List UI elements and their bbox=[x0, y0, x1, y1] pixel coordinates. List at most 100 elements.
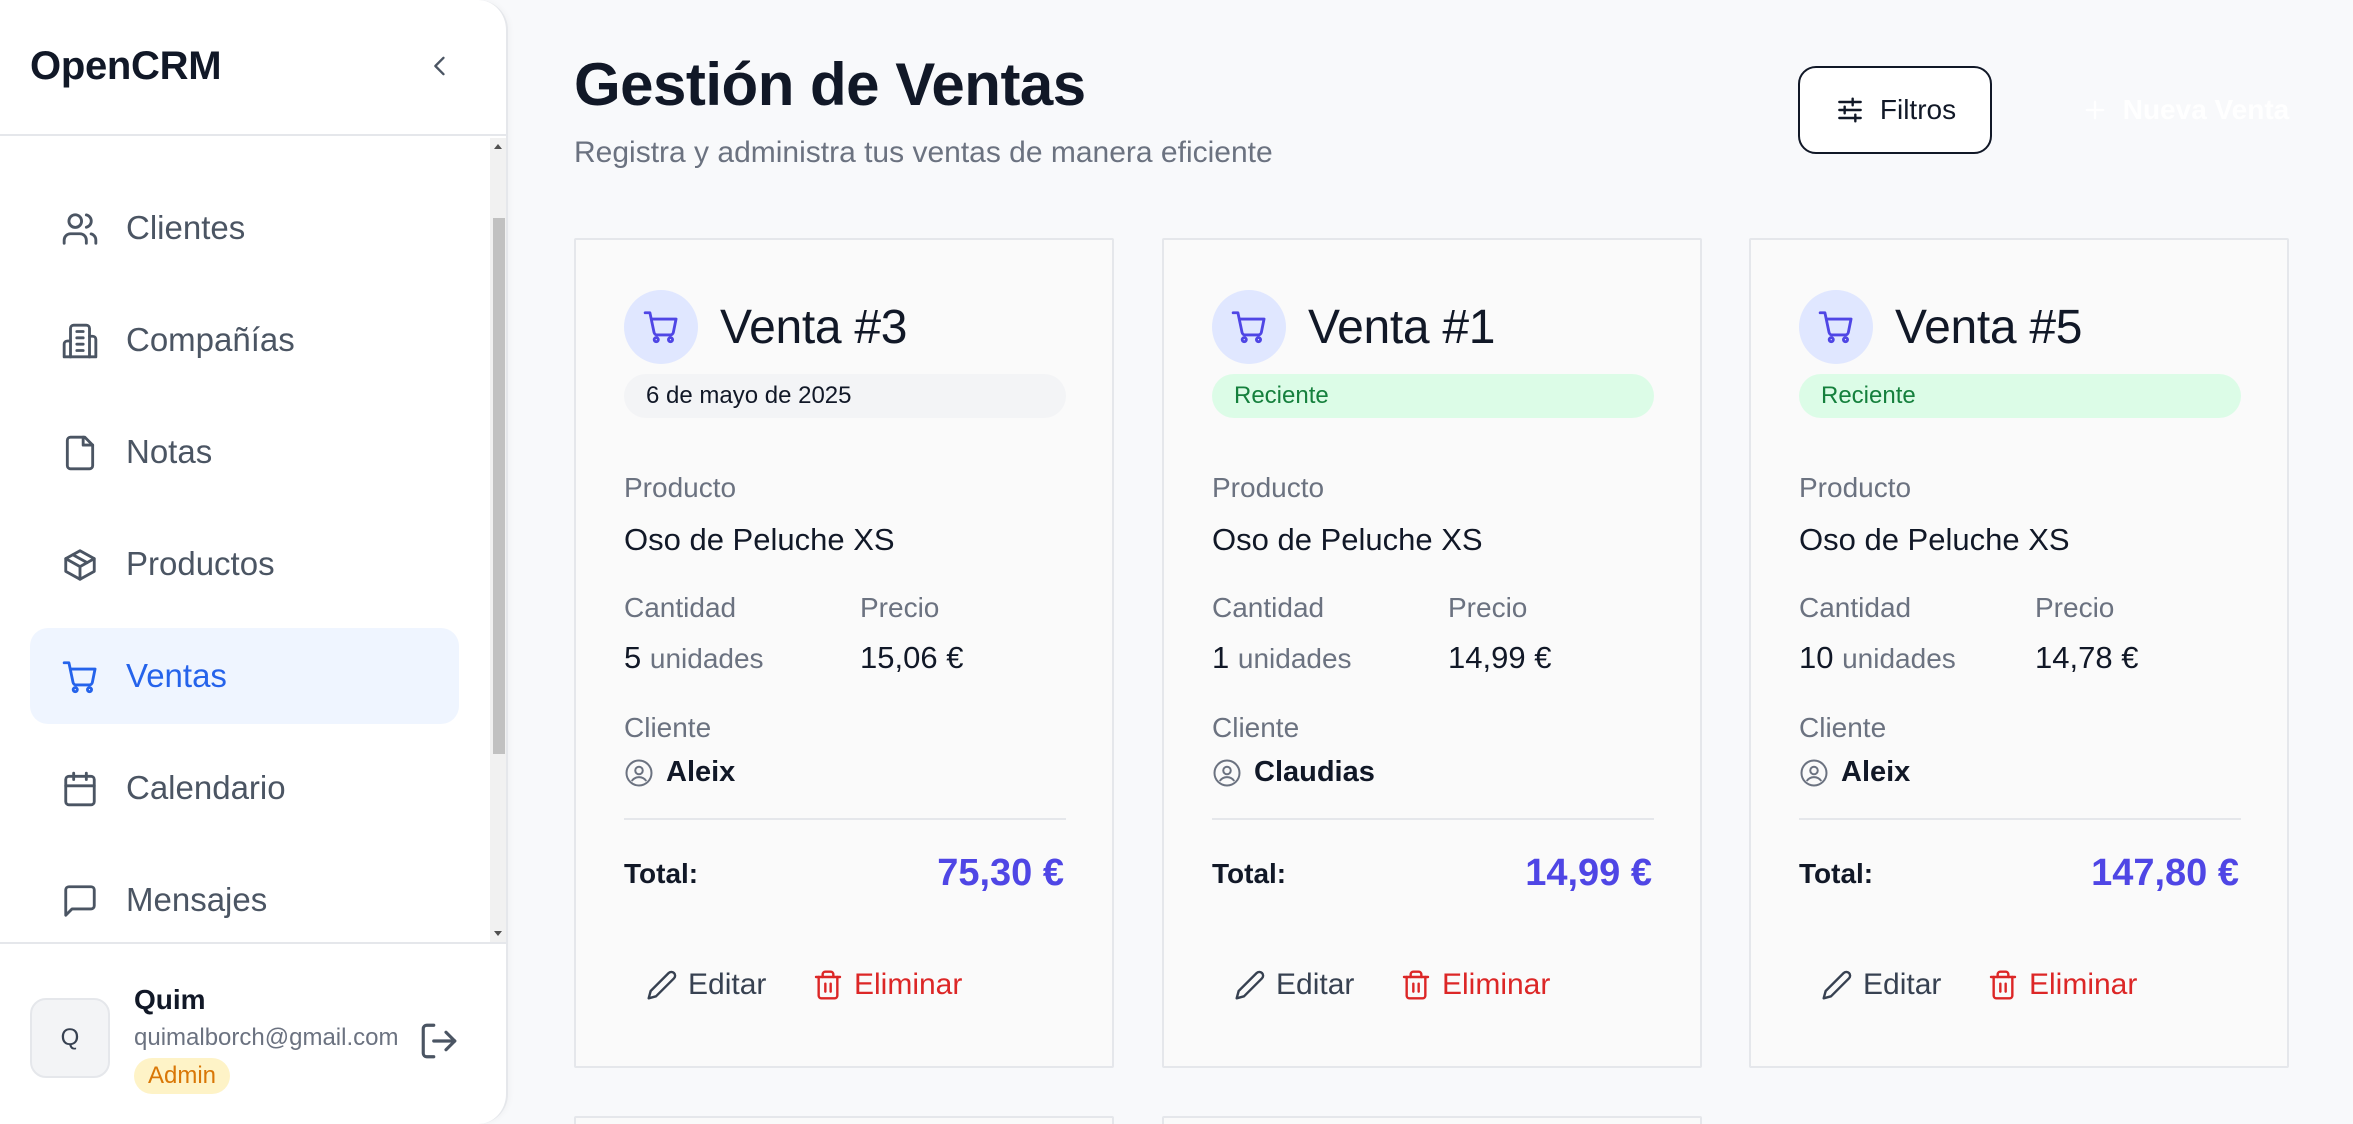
filters-button-label: Filtros bbox=[1879, 94, 1957, 125]
note-icon bbox=[65, 435, 95, 471]
trash-icon bbox=[1989, 970, 2017, 1000]
sidebar-item-label: Productos bbox=[126, 545, 275, 582]
delete-label: Eliminar bbox=[854, 968, 963, 1001]
price-label: Precio bbox=[1448, 592, 1528, 623]
app-logo: OpenCRM bbox=[30, 44, 222, 88]
edit-label: Editar bbox=[1276, 968, 1355, 1001]
quantity-value: 5 unidades bbox=[624, 640, 764, 676]
cart-icon bbox=[62, 661, 97, 694]
sale-card: Venta #3 6 de mayo de 2025 Producto Oso … bbox=[574, 238, 1114, 1068]
sidebar-scrollbar-thumb[interactable] bbox=[493, 218, 505, 754]
cart-icon bbox=[643, 311, 678, 344]
edit-label: Editar bbox=[688, 968, 767, 1001]
product-value: Oso de Peluche XS bbox=[1212, 522, 1483, 557]
sidebar-item-companias[interactable]: Compañías bbox=[30, 292, 459, 388]
sidebar-nav: Clientes Compañías Notas Productos Venta… bbox=[0, 138, 490, 942]
edit-label: Editar bbox=[1863, 968, 1942, 1001]
user-name: Quim bbox=[134, 984, 206, 1015]
client-name: Aleix bbox=[1841, 756, 1911, 788]
quantity-value: 10 unidades bbox=[1799, 640, 1956, 676]
pencil-icon bbox=[647, 970, 677, 1000]
sidebar-item-label: Compañías bbox=[126, 321, 295, 358]
trash-icon bbox=[814, 970, 842, 1000]
price-value: 14,78 € bbox=[2035, 640, 2139, 675]
sale-card: Venta #5 Reciente Producto Oso de Peluch… bbox=[1749, 238, 2289, 1068]
user-circle-icon bbox=[625, 759, 653, 786]
chevron-left-icon bbox=[434, 56, 445, 76]
user-circle-icon bbox=[1800, 759, 1828, 786]
divider bbox=[1799, 818, 2241, 820]
sidebar-item-calendario[interactable]: Calendario bbox=[30, 740, 459, 836]
sidebar-item-productos[interactable]: Productos bbox=[30, 516, 459, 612]
sale-icon-badge bbox=[1212, 290, 1286, 364]
quantity-number: 5 bbox=[624, 640, 642, 675]
sale-title: Venta #3 bbox=[720, 301, 908, 354]
quantity-value: 1 unidades bbox=[1212, 640, 1352, 676]
avatar: Q bbox=[30, 998, 110, 1078]
sidebar: OpenCRM Clientes Compañías Notas Product… bbox=[0, 0, 508, 1124]
user-panel: Q Quim quimalborch@gmail.com Admin bbox=[0, 942, 506, 1124]
new-sale-button[interactable]: Nueva Venta bbox=[2040, 66, 2330, 154]
new-sale-button-label: Nueva Venta bbox=[2122, 94, 2290, 125]
sidebar-item-notas[interactable]: Notas bbox=[30, 404, 459, 500]
delete-label: Eliminar bbox=[1442, 968, 1551, 1001]
trash-icon bbox=[1402, 970, 1430, 1000]
price-value: 14,99 € bbox=[1448, 640, 1552, 675]
sale-icon-badge bbox=[1799, 290, 1873, 364]
logout-icon[interactable] bbox=[418, 1020, 460, 1062]
product-label: Producto bbox=[624, 472, 737, 503]
pencil-icon bbox=[1235, 970, 1265, 1000]
delete-button[interactable]: Eliminar bbox=[812, 960, 962, 1010]
pencil-icon bbox=[1822, 970, 1852, 1000]
product-label: Producto bbox=[1212, 472, 1325, 503]
sidebar-item-label: Notas bbox=[126, 433, 213, 470]
total-label: Total: bbox=[624, 858, 699, 889]
units-label: unidades bbox=[1237, 643, 1352, 674]
quantity-label: Cantidad bbox=[1212, 592, 1325, 623]
collapse-sidebar-button[interactable] bbox=[420, 46, 460, 86]
sidebar-item-mensajes[interactable]: Mensajes bbox=[30, 852, 459, 942]
total-value: 14,99 € bbox=[1525, 852, 1652, 894]
client-row: Claudias bbox=[1212, 756, 1375, 789]
total-value: 75,30 € bbox=[937, 852, 1064, 894]
plus-icon bbox=[2085, 100, 2105, 120]
users-icon bbox=[62, 213, 98, 245]
sidebar-item-label: Mensajes bbox=[126, 881, 268, 918]
sale-date-badge: 6 de mayo de 2025 bbox=[624, 374, 1066, 418]
recent-badge: Reciente bbox=[1799, 374, 2241, 418]
role-badge: Admin bbox=[134, 1058, 231, 1094]
product-value: Oso de Peluche XS bbox=[1799, 522, 2070, 557]
delete-label: Eliminar bbox=[2029, 968, 2138, 1001]
total-label: Total: bbox=[1212, 858, 1287, 889]
client-row: Aleix bbox=[624, 756, 735, 789]
delete-button[interactable]: Eliminar bbox=[1400, 960, 1550, 1010]
client-name: Aleix bbox=[666, 756, 736, 788]
scroll-down-icon[interactable] bbox=[493, 928, 503, 938]
divider bbox=[624, 818, 1066, 820]
page-subtitle: Registra y administra tus ventas de mane… bbox=[574, 136, 1273, 169]
sidebar-item-clientes[interactable]: Clientes bbox=[30, 180, 459, 276]
message-icon bbox=[64, 885, 96, 917]
edit-button[interactable]: Editar bbox=[1234, 960, 1354, 1010]
scroll-up-icon[interactable] bbox=[493, 142, 503, 152]
sale-title: Venta #5 bbox=[1895, 301, 2083, 354]
client-label: Cliente bbox=[624, 712, 712, 743]
sale-icon-badge bbox=[624, 290, 698, 364]
client-row: Aleix bbox=[1799, 756, 1910, 789]
client-name: Claudias bbox=[1254, 756, 1375, 788]
product-value: Oso de Peluche XS bbox=[624, 522, 895, 557]
price-label: Precio bbox=[2035, 592, 2115, 623]
sale-card bbox=[1162, 1116, 1702, 1124]
user-circle-icon bbox=[1213, 759, 1241, 786]
sidebar-item-ventas[interactable]: Ventas bbox=[30, 628, 459, 724]
price-value: 15,06 € bbox=[860, 640, 964, 675]
total-value: 147,80 € bbox=[2091, 852, 2239, 894]
edit-button[interactable]: Editar bbox=[646, 960, 766, 1010]
quantity-label: Cantidad bbox=[1799, 592, 1912, 623]
edit-button[interactable]: Editar bbox=[1821, 960, 1941, 1010]
calendar-icon bbox=[64, 771, 96, 807]
filters-button[interactable]: Filtros bbox=[1798, 66, 1992, 154]
quantity-number: 10 bbox=[1799, 640, 1834, 675]
product-label: Producto bbox=[1799, 472, 1912, 503]
delete-button[interactable]: Eliminar bbox=[1987, 960, 2137, 1010]
